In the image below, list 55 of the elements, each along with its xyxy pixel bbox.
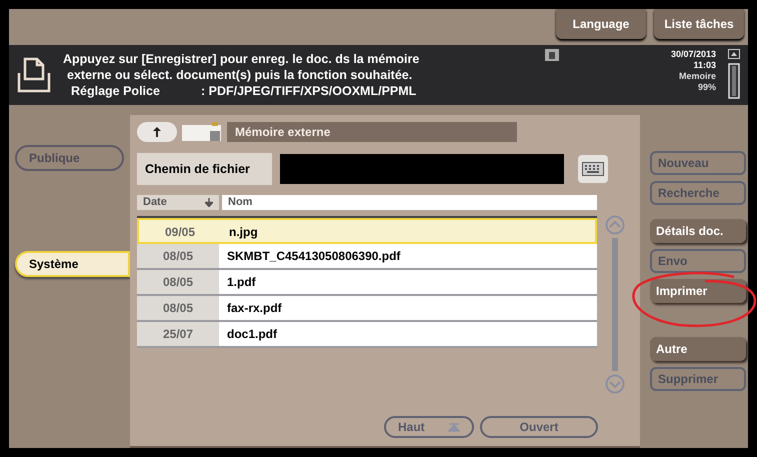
- document-tray-icon: [17, 55, 51, 95]
- up-arrow-icon: [152, 126, 162, 138]
- name-cell-text: n.jpg: [228, 224, 259, 241]
- scroll-up-icon[interactable]: [605, 215, 625, 235]
- name-cell-text: SKMBT_C45413050806390.pdf: [226, 248, 402, 265]
- top-menu-button[interactable]: Language: [556, 9, 646, 39]
- date-cell-text: 09/05: [164, 224, 196, 241]
- time-text: 11:03: [693, 60, 716, 71]
- message-line: Appuyez sur [Enregistrer] pour enreg. le doc. ds la mémoire: [63, 51, 420, 67]
- memory-meter-icon: [728, 63, 740, 99]
- keyboard-icon: [582, 162, 604, 176]
- date-cell: 25/07: [137, 322, 219, 346]
- side-button: Supprimer: [650, 367, 746, 391]
- path-field[interactable]: [280, 154, 564, 184]
- memory-label: Memoire: [678, 71, 716, 82]
- column-header-label: Date: [143, 195, 167, 210]
- date-cell: 08/05: [137, 296, 219, 320]
- name-cell-text: doc1.pdf: [226, 326, 278, 343]
- date-cell: 08/05: [137, 270, 219, 294]
- scroll-track[interactable]: [612, 238, 618, 371]
- file-row[interactable]: 08/05 SKMBT_C45413050806390.pdf: [137, 244, 597, 270]
- tab: Publique: [15, 145, 124, 171]
- nav-button: Haut: [384, 416, 474, 438]
- file-row[interactable]: 09/05 n.jpg: [137, 218, 597, 244]
- column-header[interactable]: Date: [137, 195, 219, 210]
- side-button: Envo: [650, 249, 746, 273]
- date-cell: 08/05: [137, 244, 219, 268]
- path-label: Chemin de fichier: [137, 153, 272, 185]
- file-row[interactable]: 08/05 1.pdf: [137, 270, 597, 296]
- name-cell-text: 1.pdf: [226, 274, 257, 291]
- scroll-down-icon[interactable]: [605, 374, 625, 394]
- setting-label: Réglage Police: [71, 83, 161, 99]
- side-button: Nouveau: [650, 151, 746, 175]
- keyboard-button[interactable]: [578, 155, 608, 183]
- message-line: externe ou sélect. document(s) puis la fonction souhaitée.: [66, 67, 414, 83]
- tab[interactable]: Système: [15, 251, 130, 277]
- side-button: Recherche: [650, 181, 746, 205]
- sort-arrow-icon: [205, 198, 213, 207]
- up-folder-button[interactable]: [137, 122, 177, 142]
- top-menu-button[interactable]: Liste tâches: [654, 9, 744, 39]
- file-row[interactable]: 25/07 doc1.pdf: [137, 322, 597, 348]
- date-text: 30/07/2013: [670, 49, 716, 60]
- side-button[interactable]: Détails doc.: [650, 219, 746, 243]
- setting-value: : PDF/JPEG/TIFF/XPS/OOXML/PPML: [201, 83, 416, 99]
- name-cell-text: fax-rx.pdf: [226, 300, 283, 317]
- usb-drive-icon: [181, 121, 223, 143]
- file-row[interactable]: 08/05 fax-rx.pdf: [137, 296, 597, 322]
- side-button[interactable]: Autre: [650, 337, 746, 361]
- side-button[interactable]: Imprimer: [650, 279, 746, 303]
- column-header[interactable]: Nom: [222, 195, 597, 210]
- toner-icon: [728, 49, 740, 59]
- top-arrow-icon: [448, 422, 460, 432]
- nav-button: Ouvert: [480, 416, 598, 438]
- location-title: Mémoire externe: [227, 122, 517, 142]
- memory-value: 99%: [698, 82, 716, 93]
